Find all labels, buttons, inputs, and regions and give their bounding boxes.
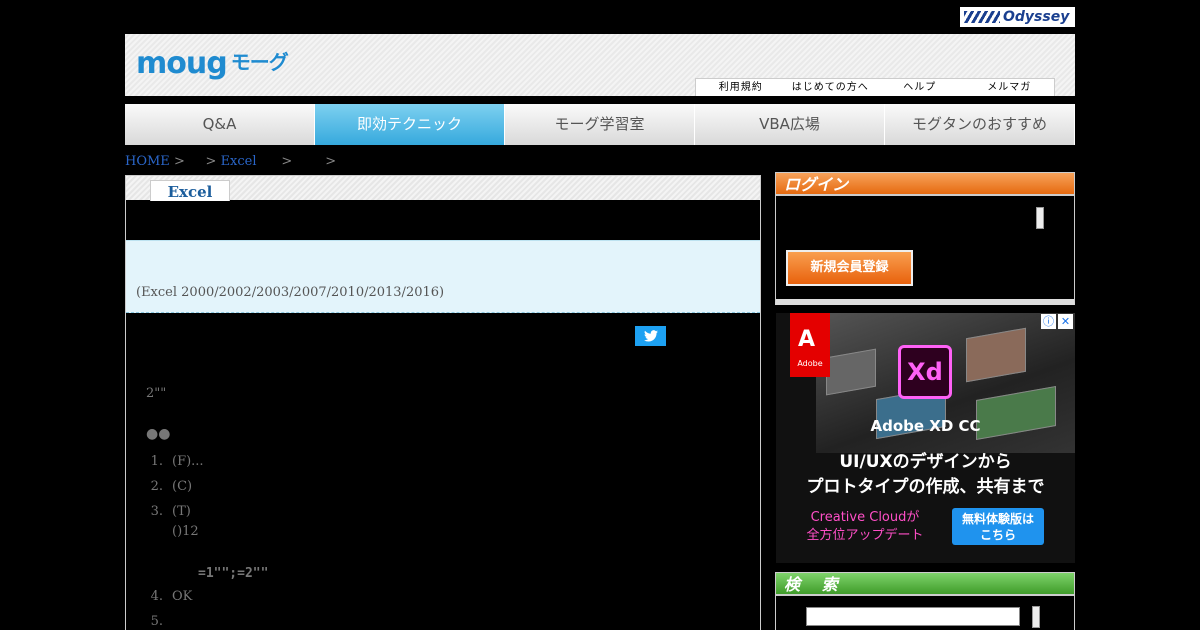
ad-screenshot-tile (966, 327, 1026, 383)
utility-nav: 利用規約 はじめての方へ ヘルプ メルマガ (695, 78, 1055, 96)
login-panel: 新規会員登録 (775, 195, 1075, 305)
list-item: 1. (F)... (150, 454, 204, 469)
login-submit-button[interactable] (1036, 207, 1044, 229)
xd-logo: Xd (898, 345, 952, 399)
search-panel (775, 595, 1075, 630)
article-category-tab[interactable]: Excel (150, 180, 230, 201)
logo-kana: モーグ (230, 50, 289, 74)
odyssey-logo[interactable]: Odyssey (960, 7, 1075, 27)
ad-headline-1: UI/UXのデザインから (839, 452, 1012, 472)
formula-text: =1"";=2"" (198, 566, 269, 581)
ad-cc-text: Creative Cloudが 全方位アップデート (806, 510, 924, 543)
article-title-bar (126, 200, 760, 240)
util-link-beginners[interactable]: はじめての方へ (786, 79, 876, 96)
search-panel-title: 検 索 (775, 572, 1075, 595)
breadcrumb-home[interactable]: HOME (125, 154, 170, 169)
main-nav: Q&A 即効テクニック モーグ学習室 VBA広場 モグタンのおすすめ (125, 104, 1075, 145)
list-item: 3. (T) ()12 (150, 504, 199, 539)
odyssey-brand-text: Odyssey (1003, 9, 1070, 25)
breadcrumb-excel[interactable]: Excel (221, 154, 257, 169)
moug-logo[interactable]: moug モーグ (136, 46, 289, 81)
adobe-xd-ad[interactable]: A Adobe Xd ⓘ ✕ Adobe XD CC UI/UXのデザインから プ… (776, 313, 1075, 563)
intro-text: 2"" (146, 386, 167, 401)
nav-tab-learning-room[interactable]: モーグ学習室 (505, 104, 695, 145)
util-link-newsletter[interactable]: メルマガ (965, 79, 1055, 96)
breadcrumb-sep: > (173, 154, 185, 169)
twitter-bird-icon (643, 330, 658, 342)
list-item: 2. (C) (150, 479, 193, 494)
ad-headline-2: プロトタイプの作成、共有まで (806, 477, 1045, 497)
adchoices-info-icon[interactable]: ⓘ (1041, 314, 1056, 329)
site-header: moug モーグ 利用規約 はじめての方へ ヘルプ メルマガ (125, 34, 1075, 96)
util-link-terms[interactable]: 利用規約 (696, 79, 786, 96)
article-info-box: (Excel 2000/2002/2003/2007/2010/2013/201… (126, 240, 760, 313)
bullet-marks: ●● (146, 426, 171, 442)
ad-title: Adobe XD CC (870, 417, 981, 435)
nav-tab-techniques[interactable]: 即効テクニック (315, 104, 505, 145)
breadcrumb-sep: > (205, 154, 217, 169)
list-item: 4. OK (150, 589, 193, 604)
article: Excel (Excel 2000/2002/2003/2007/2010/20… (125, 175, 761, 630)
adobe-logo: A Adobe (790, 313, 830, 377)
excel-versions: (Excel 2000/2002/2003/2007/2010/2013/201… (136, 285, 445, 300)
util-link-help[interactable]: ヘルプ (875, 79, 965, 96)
nav-tab-vba-plaza[interactable]: VBA広場 (695, 104, 885, 145)
odyssey-stripes-icon (964, 11, 1000, 23)
breadcrumb-sep: > (281, 154, 293, 169)
register-button[interactable]: 新規会員登録 (786, 250, 913, 286)
search-input[interactable] (806, 607, 1020, 626)
login-panel-title: ログイン (775, 172, 1075, 195)
list-item: 5. (150, 614, 163, 629)
tweet-button[interactable] (635, 326, 666, 346)
nav-tab-recommend[interactable]: モグタンのおすすめ (885, 104, 1075, 145)
logo-text: moug (136, 46, 228, 81)
search-submit-button[interactable] (1032, 606, 1040, 628)
article-tabbar: Excel (126, 176, 760, 201)
nav-tab-qa[interactable]: Q&A (125, 104, 315, 145)
ad-screenshot-tile (826, 348, 876, 396)
ad-close-icon[interactable]: ✕ (1058, 314, 1073, 329)
adobe-a-icon: A (798, 327, 816, 352)
breadcrumb: HOME > > Excel > > (125, 154, 336, 169)
ad-choices[interactable]: ⓘ ✕ (1041, 314, 1073, 329)
steps-list: 1. (F)... 2. (C) 3. (T) ()12 4. OK 5. (146, 454, 204, 630)
breadcrumb-sep: > (325, 154, 337, 169)
ad-trial-button[interactable]: 無料体験版は こちら (952, 508, 1044, 545)
